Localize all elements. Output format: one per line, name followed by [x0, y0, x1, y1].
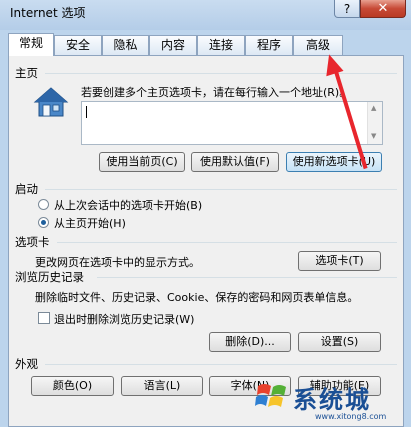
scroll-down-icon[interactable]: ▼: [371, 132, 376, 140]
title-bar: Internet 选项 ? ✕: [0, 0, 411, 30]
history-section-label: 浏览历史记录: [15, 270, 84, 284]
startup-section-label: 启动: [15, 182, 38, 196]
watermark: 系统城 www.xitong8.com: [255, 378, 405, 424]
tab-privacy[interactable]: 隐私: [102, 35, 149, 55]
history-divider: [97, 277, 397, 278]
tab-connections[interactable]: 连接: [197, 35, 245, 55]
homepage-divider: [45, 73, 397, 74]
startup-homepage-radio[interactable]: [38, 217, 49, 228]
use-new-tab-button[interactable]: 使用新选项卡(U): [286, 152, 382, 172]
tabs-divider: [57, 242, 397, 243]
tab-general[interactable]: 常规: [8, 33, 54, 56]
text-caret: [86, 106, 87, 118]
scroll-up-icon[interactable]: ▲: [371, 104, 376, 112]
window-title: Internet 选项: [10, 6, 86, 20]
tabs-section-label: 选项卡: [15, 235, 50, 249]
tabs-settings-button[interactable]: 选项卡(T): [298, 251, 381, 271]
delete-on-exit-checkbox[interactable]: [38, 312, 50, 324]
homepage-section-label: 主页: [15, 66, 38, 80]
tabs-description: 更改网页在选项卡中的显示方式。: [35, 256, 200, 269]
homepage-description: 若要创建多个主页选项卡，请在每行输入一个地址(R)。: [81, 86, 351, 99]
tab-content[interactable]: 内容: [149, 35, 197, 55]
help-button[interactable]: ?: [334, 0, 360, 18]
delete-history-button[interactable]: 删除(D)...: [209, 332, 291, 352]
startup-last-session-radio[interactable]: [38, 199, 49, 210]
startup-last-session-label: 从上次会话中的选项卡开始(B): [54, 199, 203, 212]
startup-divider: [45, 189, 397, 190]
homepage-address-input[interactable]: ▲ ▼: [81, 101, 383, 145]
homepage-scrollbar[interactable]: ▲ ▼: [367, 102, 382, 144]
watermark-brand: 系统城: [293, 385, 371, 414]
general-panel: 主页 若要创建多个主页选项卡，请在每行输入一个地址(R)。 ▲ ▼ 使用当前页(…: [8, 55, 404, 427]
history-description: 删除临时文件、历史记录、Cookie、保存的密码和网页表单信息。: [35, 291, 359, 304]
house-icon: [33, 87, 69, 117]
watermark-url: www.xitong8.com: [315, 412, 387, 421]
use-current-button[interactable]: 使用当前页(C): [99, 152, 185, 172]
delete-on-exit-label: 退出时删除浏览历史记录(W): [54, 313, 195, 326]
close-button[interactable]: ✕: [360, 0, 406, 18]
tab-programs[interactable]: 程序: [245, 35, 293, 55]
tab-security[interactable]: 安全: [54, 35, 102, 55]
history-settings-button[interactable]: 设置(S): [298, 332, 381, 352]
appearance-section-label: 外观: [15, 357, 38, 371]
appearance-divider: [45, 364, 397, 365]
languages-button[interactable]: 语言(L): [121, 376, 203, 396]
colors-button[interactable]: 颜色(O): [31, 376, 114, 396]
windows-logo-icon: [255, 384, 286, 407]
startup-homepage-label: 从主页开始(H): [54, 217, 126, 230]
use-default-button[interactable]: 使用默认值(F): [191, 152, 279, 172]
